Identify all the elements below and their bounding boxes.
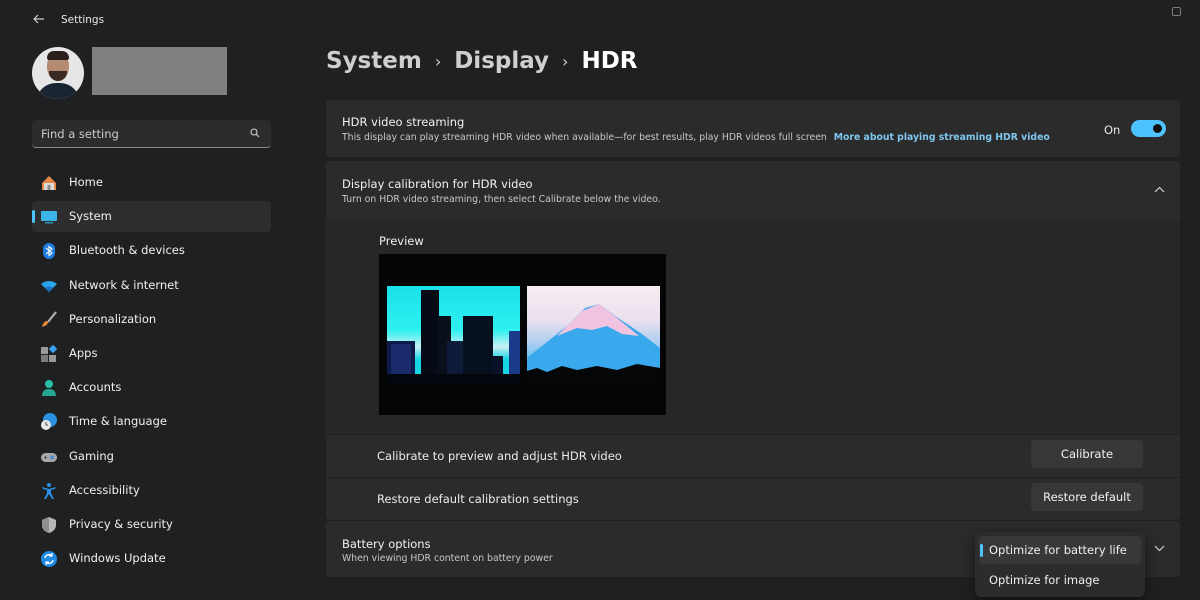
sidebar-item-accounts[interactable]: Accounts: [32, 372, 271, 403]
sidebar-item-apps[interactable]: Apps: [32, 338, 271, 369]
search-icon[interactable]: [250, 128, 260, 138]
hdr-streaming-description: This display can play streaming HDR vide…: [342, 132, 1050, 143]
hdr-streaming-toggle[interactable]: [1131, 120, 1166, 137]
battery-options-title: Battery options: [342, 537, 431, 551]
preview-label: Preview: [379, 234, 424, 248]
window-restore-icon[interactable]: [1172, 7, 1181, 16]
dropdown-option-label: Optimize for image quality: [989, 573, 1100, 600]
sidebar-item-time-language[interactable]: Time & language: [32, 406, 271, 437]
dropdown-option-image-quality[interactable]: Optimize for image quality: [979, 566, 1141, 594]
sidebar-item-label: Accounts: [69, 380, 121, 394]
bluetooth-icon: [40, 242, 58, 260]
sidebar-item-gaming[interactable]: Gaming: [32, 441, 271, 472]
home-icon: [40, 174, 58, 192]
restore-default-button[interactable]: Restore default: [1031, 483, 1143, 511]
sidebar-item-windows-update[interactable]: Windows Update: [32, 543, 271, 574]
dropdown-option-battery-life[interactable]: Optimize for battery life: [979, 536, 1141, 564]
paintbrush-icon: [40, 311, 58, 329]
sidebar-item-label: Gaming: [69, 449, 114, 463]
avatar: [32, 47, 84, 99]
sidebar-item-label: Accessibility: [69, 483, 140, 497]
battery-options-description: When viewing HDR content on battery powe…: [342, 553, 553, 564]
accounts-icon: [40, 379, 58, 397]
redacted-user-name: [92, 47, 227, 95]
sidebar-item-label: Bluetooth & devices: [69, 243, 185, 257]
hdr-preview-video[interactable]: [379, 254, 666, 415]
update-icon: [40, 550, 58, 568]
calibration-description: Turn on HDR video streaming, then select…: [342, 194, 661, 205]
sidebar-item-label: Windows Update: [69, 551, 166, 565]
restore-row-label: Restore default calibration settings: [377, 492, 579, 506]
dropdown-option-label: Optimize for battery life: [989, 543, 1127, 557]
hdr-streaming-title: HDR video streaming: [342, 115, 464, 129]
gamepad-icon: [40, 448, 58, 466]
sidebar-nav: Home System Bluetooth & devices Network …: [32, 167, 271, 577]
sidebar-item-label: Network & internet: [69, 278, 179, 292]
sidebar-item-network[interactable]: Network & internet: [32, 270, 271, 301]
more-about-hdr-link[interactable]: More about playing streaming HDR video: [834, 132, 1050, 143]
chevron-down-icon[interactable]: [1152, 542, 1166, 556]
back-arrow-icon[interactable]: [30, 12, 48, 30]
sidebar-item-label: System: [69, 209, 112, 223]
calibration-title: Display calibration for HDR video: [342, 177, 533, 191]
mountain-image: [527, 286, 660, 384]
search-input[interactable]: [32, 120, 242, 147]
battery-options-dropdown[interactable]: Optimize for battery life Optimize for i…: [975, 532, 1145, 597]
breadcrumb-hdr: HDR: [581, 48, 637, 74]
sidebar-item-accessibility[interactable]: Accessibility: [32, 475, 271, 506]
breadcrumb-separator-icon: ›: [562, 52, 568, 71]
calibrate-button[interactable]: Calibrate: [1031, 440, 1143, 468]
chevron-up-icon[interactable]: [1152, 183, 1166, 197]
sidebar-item-personalization[interactable]: Personalization: [32, 304, 271, 335]
time-language-icon: [40, 413, 58, 431]
accessibility-icon: [40, 482, 58, 500]
hdr-streaming-description-text: This display can play streaming HDR vide…: [342, 132, 827, 143]
search-box[interactable]: [32, 120, 271, 148]
hdr-video-streaming-card: HDR video streaming This display can pla…: [326, 100, 1180, 157]
sidebar-item-system[interactable]: System: [32, 201, 271, 232]
sidebar-item-label: Time & language: [69, 414, 167, 428]
sidebar-item-privacy-security[interactable]: Privacy & security: [32, 509, 271, 540]
display-calibration-header[interactable]: Display calibration for HDR video Turn o…: [326, 161, 1180, 219]
sidebar-item-label: Home: [69, 175, 103, 189]
shield-icon: [40, 516, 58, 534]
sidebar-item-label: Personalization: [69, 312, 156, 326]
breadcrumb-separator-icon: ›: [435, 52, 441, 71]
active-indicator: [32, 210, 35, 223]
apps-icon: [40, 345, 58, 363]
calibrate-row-label: Calibrate to preview and adjust HDR vide…: [377, 449, 622, 463]
title-bar: Settings: [0, 0, 1200, 40]
restore-default-row: Restore default calibration settings Res…: [326, 478, 1180, 520]
sidebar-item-label: Apps: [69, 346, 97, 360]
sidebar-item-label: Privacy & security: [69, 517, 173, 531]
toggle-state-label: On: [1104, 123, 1120, 137]
toggle-knob: [1153, 124, 1162, 133]
breadcrumb: System › Display › HDR: [326, 48, 638, 74]
app-title: Settings: [61, 14, 104, 26]
breadcrumb-display[interactable]: Display: [454, 48, 549, 74]
sidebar-item-bluetooth[interactable]: Bluetooth & devices: [32, 235, 271, 266]
sidebar-item-home[interactable]: Home: [32, 167, 271, 198]
calibrate-row: Calibrate to preview and adjust HDR vide…: [326, 435, 1180, 477]
breadcrumb-system[interactable]: System: [326, 48, 422, 74]
selected-indicator: [980, 544, 983, 557]
calibration-preview-panel: Preview: [326, 219, 1180, 434]
city-skyline-image: [387, 286, 520, 384]
system-display-icon: [40, 208, 58, 226]
wifi-icon: [40, 277, 58, 295]
